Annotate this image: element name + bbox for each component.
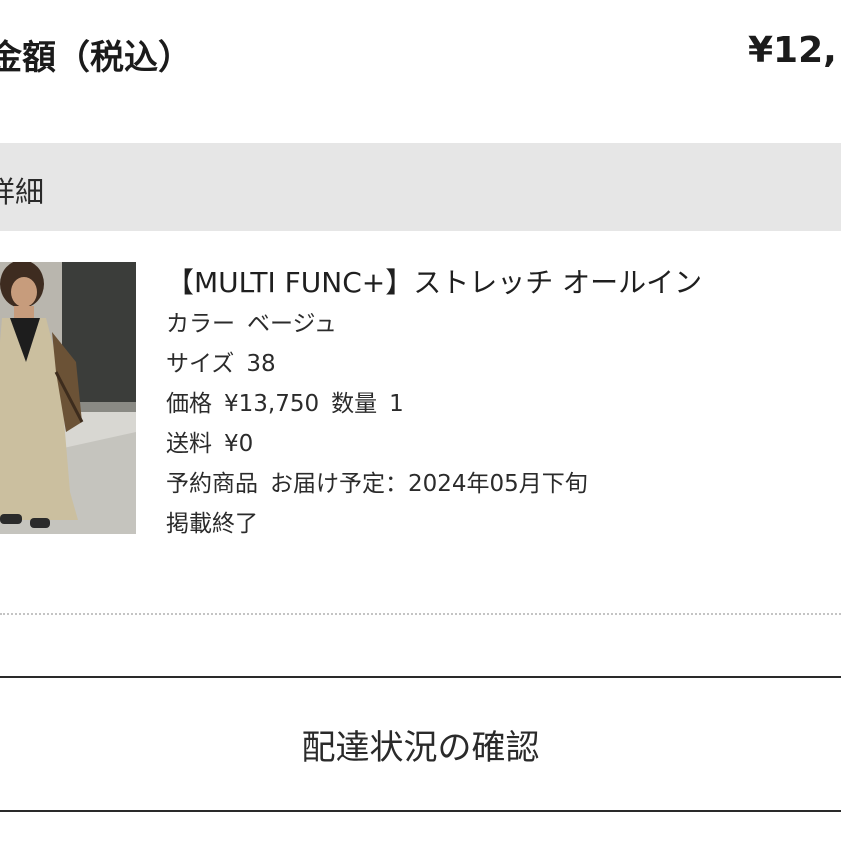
- color-value: ベージュ: [247, 311, 337, 337]
- product-photo-icon: [0, 262, 136, 534]
- details-section-header: 詳細: [0, 143, 841, 231]
- quantity-label: 数量: [331, 391, 378, 417]
- product-shipping-line: 送料 ¥0: [166, 424, 841, 464]
- price-value: ¥13,750: [224, 391, 320, 417]
- order-total-row: 金額（税込） ¥12,: [0, 30, 841, 86]
- product-color-line: カラー ベージュ: [166, 304, 841, 344]
- delivery-schedule: お届け予定：2024年05月下旬: [270, 471, 588, 497]
- product-status: 掲載終了: [166, 511, 258, 537]
- product-info: 【MULTI FUNC+】ストレッチ オールイン カラー ベージュ サイズ 38 価…: [166, 262, 841, 544]
- product-thumbnail[interactable]: [0, 262, 136, 534]
- color-label: カラー: [166, 311, 235, 337]
- product-title-link[interactable]: 【MULTI FUNC+】ストレッチ オールイン: [166, 262, 841, 304]
- order-total-value: ¥12,: [748, 30, 837, 71]
- product-reservation-line: 予約商品 お届け予定：2024年05月下旬: [166, 464, 841, 504]
- size-label: サイズ: [166, 351, 235, 377]
- quantity-value: 1: [389, 391, 404, 417]
- delivery-status-button-label: 配達状況の確認: [301, 727, 540, 768]
- shipping-value: ¥0: [224, 431, 254, 457]
- section-divider: [0, 613, 841, 615]
- size-value: 38: [246, 351, 276, 377]
- price-label: 価格: [166, 391, 212, 417]
- product-price-line: 価格 ¥13,750 数量 1: [166, 384, 841, 424]
- shipping-label: 送料: [166, 431, 212, 457]
- order-total-label: 金額（税込）: [0, 38, 192, 78]
- order-detail-page: 金額（税込） ¥12, 詳細 【MULTI FUNC+】ストレッチ オールイン …: [0, 0, 841, 841]
- details-section-title: 詳細: [0, 175, 45, 209]
- product-size-line: サイズ 38: [166, 344, 841, 384]
- reservation-label: 予約商品: [166, 471, 258, 497]
- delivery-status-button[interactable]: 配達状況の確認: [0, 676, 841, 812]
